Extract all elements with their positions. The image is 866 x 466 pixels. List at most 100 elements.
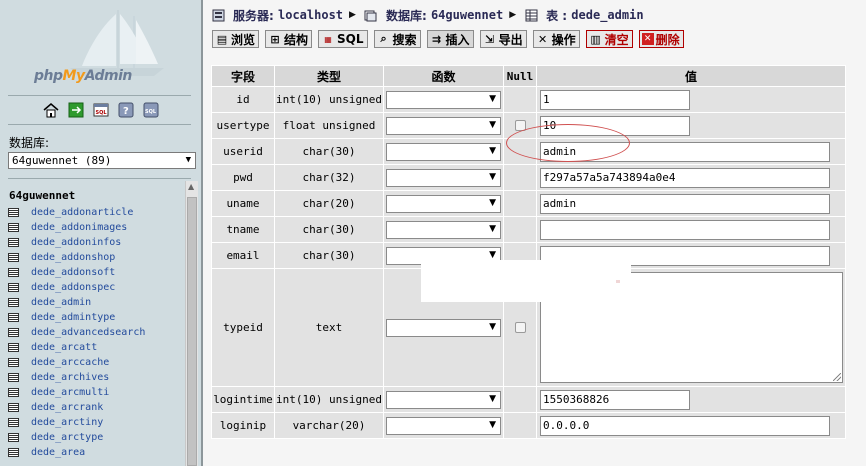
- tab-sql[interactable]: ▦ SQL: [318, 30, 368, 48]
- table-link[interactable]: dede_arctype: [31, 432, 103, 443]
- tab-export[interactable]: ⇲ 导出: [479, 30, 527, 48]
- value-input[interactable]: f297a57a5a743894a0e4: [540, 167, 830, 188]
- value-input[interactable]: 0.0.0.0: [540, 415, 830, 436]
- table-icon[interactable]: [8, 238, 19, 247]
- table-icon[interactable]: [8, 448, 19, 457]
- sidebar-scrollbar[interactable]: ▲: [185, 181, 198, 466]
- function-select[interactable]: ▼: [386, 416, 501, 435]
- table-icon[interactable]: [8, 253, 19, 262]
- table-link[interactable]: dede_admin: [31, 297, 91, 308]
- table-link[interactable]: dede_addoninfos: [31, 237, 121, 248]
- list-item: dede_admin: [8, 295, 145, 310]
- table-icon[interactable]: [8, 313, 19, 322]
- tab-empty[interactable]: ▥ 清空: [585, 30, 633, 48]
- table-link[interactable]: dede_area: [31, 447, 85, 458]
- table-icon[interactable]: [8, 328, 19, 337]
- tab-browse[interactable]: ▤ 浏览: [212, 30, 260, 48]
- tab-label: 浏览: [231, 32, 256, 47]
- null-checkbox[interactable]: [514, 322, 526, 333]
- tab-label: 操作: [551, 32, 576, 47]
- table-icon[interactable]: [8, 343, 19, 352]
- resize-grip-icon[interactable]: [833, 373, 841, 381]
- field-type: char(30): [275, 243, 383, 268]
- table-icon[interactable]: [8, 403, 19, 412]
- column-header-type: 类型: [275, 66, 383, 86]
- table-icon[interactable]: [8, 358, 19, 367]
- table-icon[interactable]: [8, 298, 19, 307]
- list-item: dede_addonimages: [8, 220, 145, 235]
- sql-icon[interactable]: SQL: [92, 101, 109, 118]
- chevron-down-icon: ▼: [489, 393, 496, 404]
- list-item: dede_arcmulti: [8, 385, 145, 400]
- chevron-right-icon: ▶: [349, 10, 356, 20]
- tab-structure[interactable]: ⊞ 结构: [265, 30, 313, 48]
- table-icon[interactable]: [8, 388, 19, 397]
- function-select[interactable]: ▼: [386, 220, 501, 239]
- list-item: dede_archives: [8, 370, 145, 385]
- list-item: dede_addonspec: [8, 280, 145, 295]
- function-select[interactable]: ▼: [386, 142, 501, 161]
- table-link[interactable]: dede_addonsoft: [31, 267, 115, 278]
- table-list: dede_addonarticle dede_addonimages dede_…: [8, 205, 145, 460]
- breadcrumb-server-label: 服务器:: [233, 8, 274, 23]
- null-cell: [504, 413, 536, 438]
- table-icon[interactable]: [8, 208, 19, 217]
- divider: [8, 124, 191, 125]
- table-icon[interactable]: [8, 373, 19, 382]
- chevron-down-icon: ▼: [489, 197, 496, 208]
- table-link[interactable]: dede_addonshop: [31, 252, 115, 263]
- value-input[interactable]: [540, 219, 830, 240]
- database-select[interactable]: 64guwennet (89) ▼: [8, 152, 196, 169]
- field-name: pwd: [212, 165, 274, 190]
- docs-icon[interactable]: SQL: [142, 101, 159, 118]
- breadcrumb-server[interactable]: localhost: [278, 8, 343, 22]
- table-link[interactable]: dede_arccache: [31, 357, 109, 368]
- table-link[interactable]: dede_addonimages: [31, 222, 127, 233]
- help-icon[interactable]: ?: [117, 101, 134, 118]
- function-select[interactable]: ▼: [386, 194, 501, 213]
- field-name: userid: [212, 139, 274, 164]
- breadcrumb-table[interactable]: dede_admin: [571, 8, 643, 22]
- current-database-name[interactable]: 64guwennet: [9, 189, 75, 202]
- exit-icon[interactable]: [67, 101, 84, 118]
- breadcrumb-database[interactable]: 64guwennet: [431, 8, 503, 22]
- table-link[interactable]: dede_addonspec: [31, 282, 115, 293]
- field-name: tname: [212, 217, 274, 242]
- scrollbar-thumb[interactable]: [187, 197, 197, 466]
- divider: [8, 95, 191, 96]
- table-link[interactable]: dede_admintype: [31, 312, 115, 323]
- value-input[interactable]: 1550368826: [540, 389, 690, 410]
- value-input[interactable]: 1: [540, 89, 690, 110]
- field-name: email: [212, 243, 274, 268]
- table-link[interactable]: dede_arcmulti: [31, 387, 109, 398]
- database-select-value: 64guwennet (89): [12, 154, 112, 167]
- table-icon[interactable]: [8, 223, 19, 232]
- table-icon[interactable]: [8, 268, 19, 277]
- null-cell: [504, 217, 536, 242]
- list-item: dede_arcrank: [8, 400, 145, 415]
- function-select[interactable]: ▼: [386, 390, 501, 409]
- tab-operations[interactable]: ✕ 操作: [532, 30, 580, 48]
- table-link[interactable]: dede_arctiny: [31, 417, 103, 428]
- table-link[interactable]: dede_advancedsearch: [31, 327, 145, 338]
- tab-label: 导出: [498, 32, 523, 47]
- value-input[interactable]: admin: [540, 193, 830, 214]
- table-icon[interactable]: [8, 433, 19, 442]
- function-select[interactable]: ▼: [386, 318, 501, 337]
- function-select[interactable]: ▼: [386, 90, 501, 109]
- function-select[interactable]: ▼: [386, 168, 501, 187]
- scroll-up-icon[interactable]: ▲: [188, 183, 194, 191]
- tab-drop[interactable]: ✕ 删除: [638, 30, 684, 48]
- function-select[interactable]: ▼: [386, 116, 501, 135]
- table-icon[interactable]: [8, 283, 19, 292]
- table-icon[interactable]: [8, 418, 19, 427]
- table-link[interactable]: dede_arcrank: [31, 402, 103, 413]
- home-icon[interactable]: [42, 101, 59, 118]
- tab-search[interactable]: ⌕ 搜索: [373, 30, 421, 48]
- table-link[interactable]: dede_arcatt: [31, 342, 97, 353]
- field-name: typeid: [212, 269, 274, 386]
- table-link[interactable]: dede_addonarticle: [31, 207, 133, 218]
- table-link[interactable]: dede_archives: [31, 372, 109, 383]
- tab-insert[interactable]: ⇉ 插入: [426, 30, 474, 48]
- list-item: dede_addonarticle: [8, 205, 145, 220]
